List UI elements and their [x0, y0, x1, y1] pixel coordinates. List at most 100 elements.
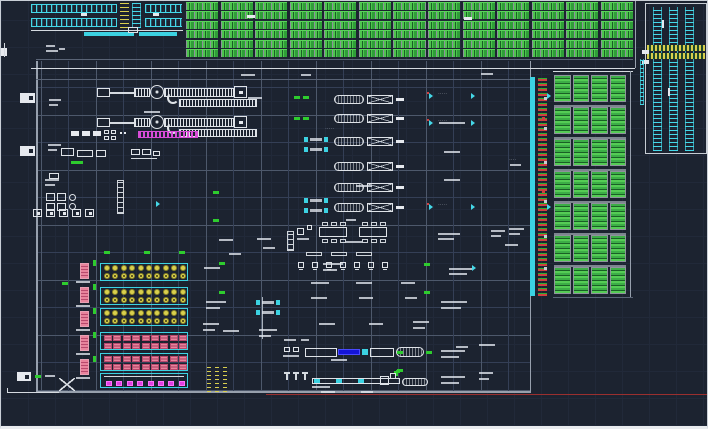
pink-machine-icon[interactable]	[142, 364, 150, 370]
yellow-machine-icon[interactable]	[121, 310, 127, 316]
rack-cell[interactable]	[566, 30, 598, 38]
equipment-block[interactable]	[17, 372, 31, 381]
pink-machine-icon[interactable]	[170, 335, 178, 341]
chair-icon[interactable]	[322, 222, 328, 226]
pink-machine-icon[interactable]	[132, 356, 140, 362]
yellow-machine-icon[interactable]	[154, 289, 160, 295]
rack-cell[interactable]	[497, 2, 529, 10]
pink-machine-icon[interactable]	[132, 343, 140, 349]
yellow-machine-icon[interactable]	[104, 297, 110, 303]
pallet-rack-field[interactable]	[186, 2, 633, 57]
pink-machine-icon[interactable]	[160, 335, 168, 341]
yellow-machine-icon[interactable]	[163, 289, 169, 295]
ladder-icon[interactable]	[117, 180, 124, 214]
yellow-machine-icon[interactable]	[112, 273, 118, 279]
desk-icon[interactable]	[297, 228, 304, 235]
magenta-machine-icon[interactable]	[137, 381, 143, 386]
rack-cell[interactable]	[393, 49, 425, 57]
rack-cell[interactable]	[393, 2, 425, 10]
desk-icon[interactable]	[307, 225, 312, 230]
rack-cell[interactable]	[566, 21, 598, 29]
yellow-machine-icon[interactable]	[129, 289, 135, 295]
rack-cell[interactable]	[428, 11, 460, 19]
yellow-machine-icon[interactable]	[163, 265, 169, 271]
yellow-machine-icon[interactable]	[163, 318, 169, 324]
rack-cell[interactable]	[601, 21, 633, 29]
rack-cell[interactable]	[359, 30, 391, 38]
rack-cell[interactable]	[428, 40, 460, 48]
cyan-rack-column[interactable]	[132, 3, 141, 28]
rack-cell[interactable]	[393, 21, 425, 29]
yellow-rack-band[interactable]	[647, 53, 705, 59]
assembly-box-yellow[interactable]	[100, 287, 188, 305]
equipment-block[interactable]	[153, 151, 160, 156]
yellow-machine-icon[interactable]	[154, 310, 160, 316]
magenta-machine-icon[interactable]	[179, 381, 185, 386]
yellow-machine-icon[interactable]	[146, 318, 152, 324]
yellow-machine-icon[interactable]	[146, 297, 152, 303]
side-machine[interactable]	[80, 287, 89, 303]
magenta-machine-icon[interactable]	[116, 381, 122, 386]
yellow-machine-icon[interactable]	[146, 273, 152, 279]
chair-icon[interactable]	[380, 239, 386, 243]
rack-cell[interactable]	[393, 30, 425, 38]
chair-icon[interactable]	[331, 239, 337, 243]
small-machine-icon[interactable]	[382, 262, 388, 268]
production-line-2[interactable]	[282, 370, 434, 388]
rack-cell[interactable]	[591, 139, 608, 166]
round-machine-icon[interactable]	[69, 194, 76, 201]
rack-cell[interactable]	[591, 171, 608, 198]
pink-machine-icon[interactable]	[151, 335, 159, 341]
pink-machine-icon[interactable]	[104, 343, 112, 349]
yellow-machine-icon[interactable]	[154, 273, 160, 279]
pink-machine-icon[interactable]	[113, 364, 121, 370]
yellow-machine-icon[interactable]	[171, 318, 177, 324]
rack-cell[interactable]	[573, 107, 590, 134]
yellow-machine-icon[interactable]	[112, 289, 118, 295]
pink-machine-icon[interactable]	[113, 356, 121, 362]
chair-icon[interactable]	[371, 239, 377, 243]
assembly-box-yellow[interactable]	[100, 308, 188, 326]
pink-machine-icon[interactable]	[151, 364, 159, 370]
pink-machine-icon[interactable]	[113, 343, 121, 349]
rack-cell[interactable]	[290, 40, 322, 48]
far-right-rack-block[interactable]	[645, 3, 707, 154]
rack-cell[interactable]	[359, 2, 391, 10]
rack-cell[interactable]	[591, 203, 608, 230]
equipment-block[interactable]	[71, 131, 79, 136]
rack-cell[interactable]	[324, 49, 356, 57]
rack-cell[interactable]	[324, 2, 356, 10]
pink-machine-icon[interactable]	[142, 335, 150, 341]
pink-machine-icon[interactable]	[132, 364, 140, 370]
equipment-block[interactable]	[61, 148, 74, 156]
chair-icon[interactable]	[331, 222, 337, 226]
pink-machine-icon[interactable]	[113, 335, 121, 341]
rack-cell[interactable]	[186, 40, 218, 48]
cyan-rack-row[interactable]	[31, 4, 117, 13]
rack-cell[interactable]	[610, 171, 627, 198]
machine-row[interactable]	[331, 137, 411, 148]
assembly-box-strip[interactable]	[100, 373, 188, 388]
yellow-machine-icon[interactable]	[129, 273, 135, 279]
yellow-rack-band[interactable]	[647, 45, 705, 51]
assembly-box-pink[interactable]	[100, 332, 188, 350]
bench-icon[interactable]	[331, 252, 347, 256]
assembly-box-yellow[interactable]	[100, 263, 188, 281]
pink-machine-icon[interactable]	[142, 356, 150, 362]
rack-cell[interactable]	[573, 75, 590, 102]
bench-icon[interactable]	[356, 252, 372, 256]
rack-cell[interactable]	[255, 2, 287, 10]
machine-row[interactable]	[331, 95, 411, 106]
yellow-machine-icon[interactable]	[104, 318, 110, 324]
rack-cell[interactable]	[255, 40, 287, 48]
rack-cell[interactable]	[463, 40, 495, 48]
rack-cell[interactable]	[255, 30, 287, 38]
yellow-hatch-column[interactable]	[223, 364, 227, 392]
yellow-machine-icon[interactable]	[138, 297, 144, 303]
magenta-machine-icon[interactable]	[158, 381, 164, 386]
chair-icon[interactable]	[362, 222, 368, 226]
rack-cell[interactable]	[290, 49, 322, 57]
rack-cell[interactable]	[186, 11, 218, 19]
rack-cell[interactable]	[393, 11, 425, 19]
machine-row[interactable]	[331, 162, 411, 173]
